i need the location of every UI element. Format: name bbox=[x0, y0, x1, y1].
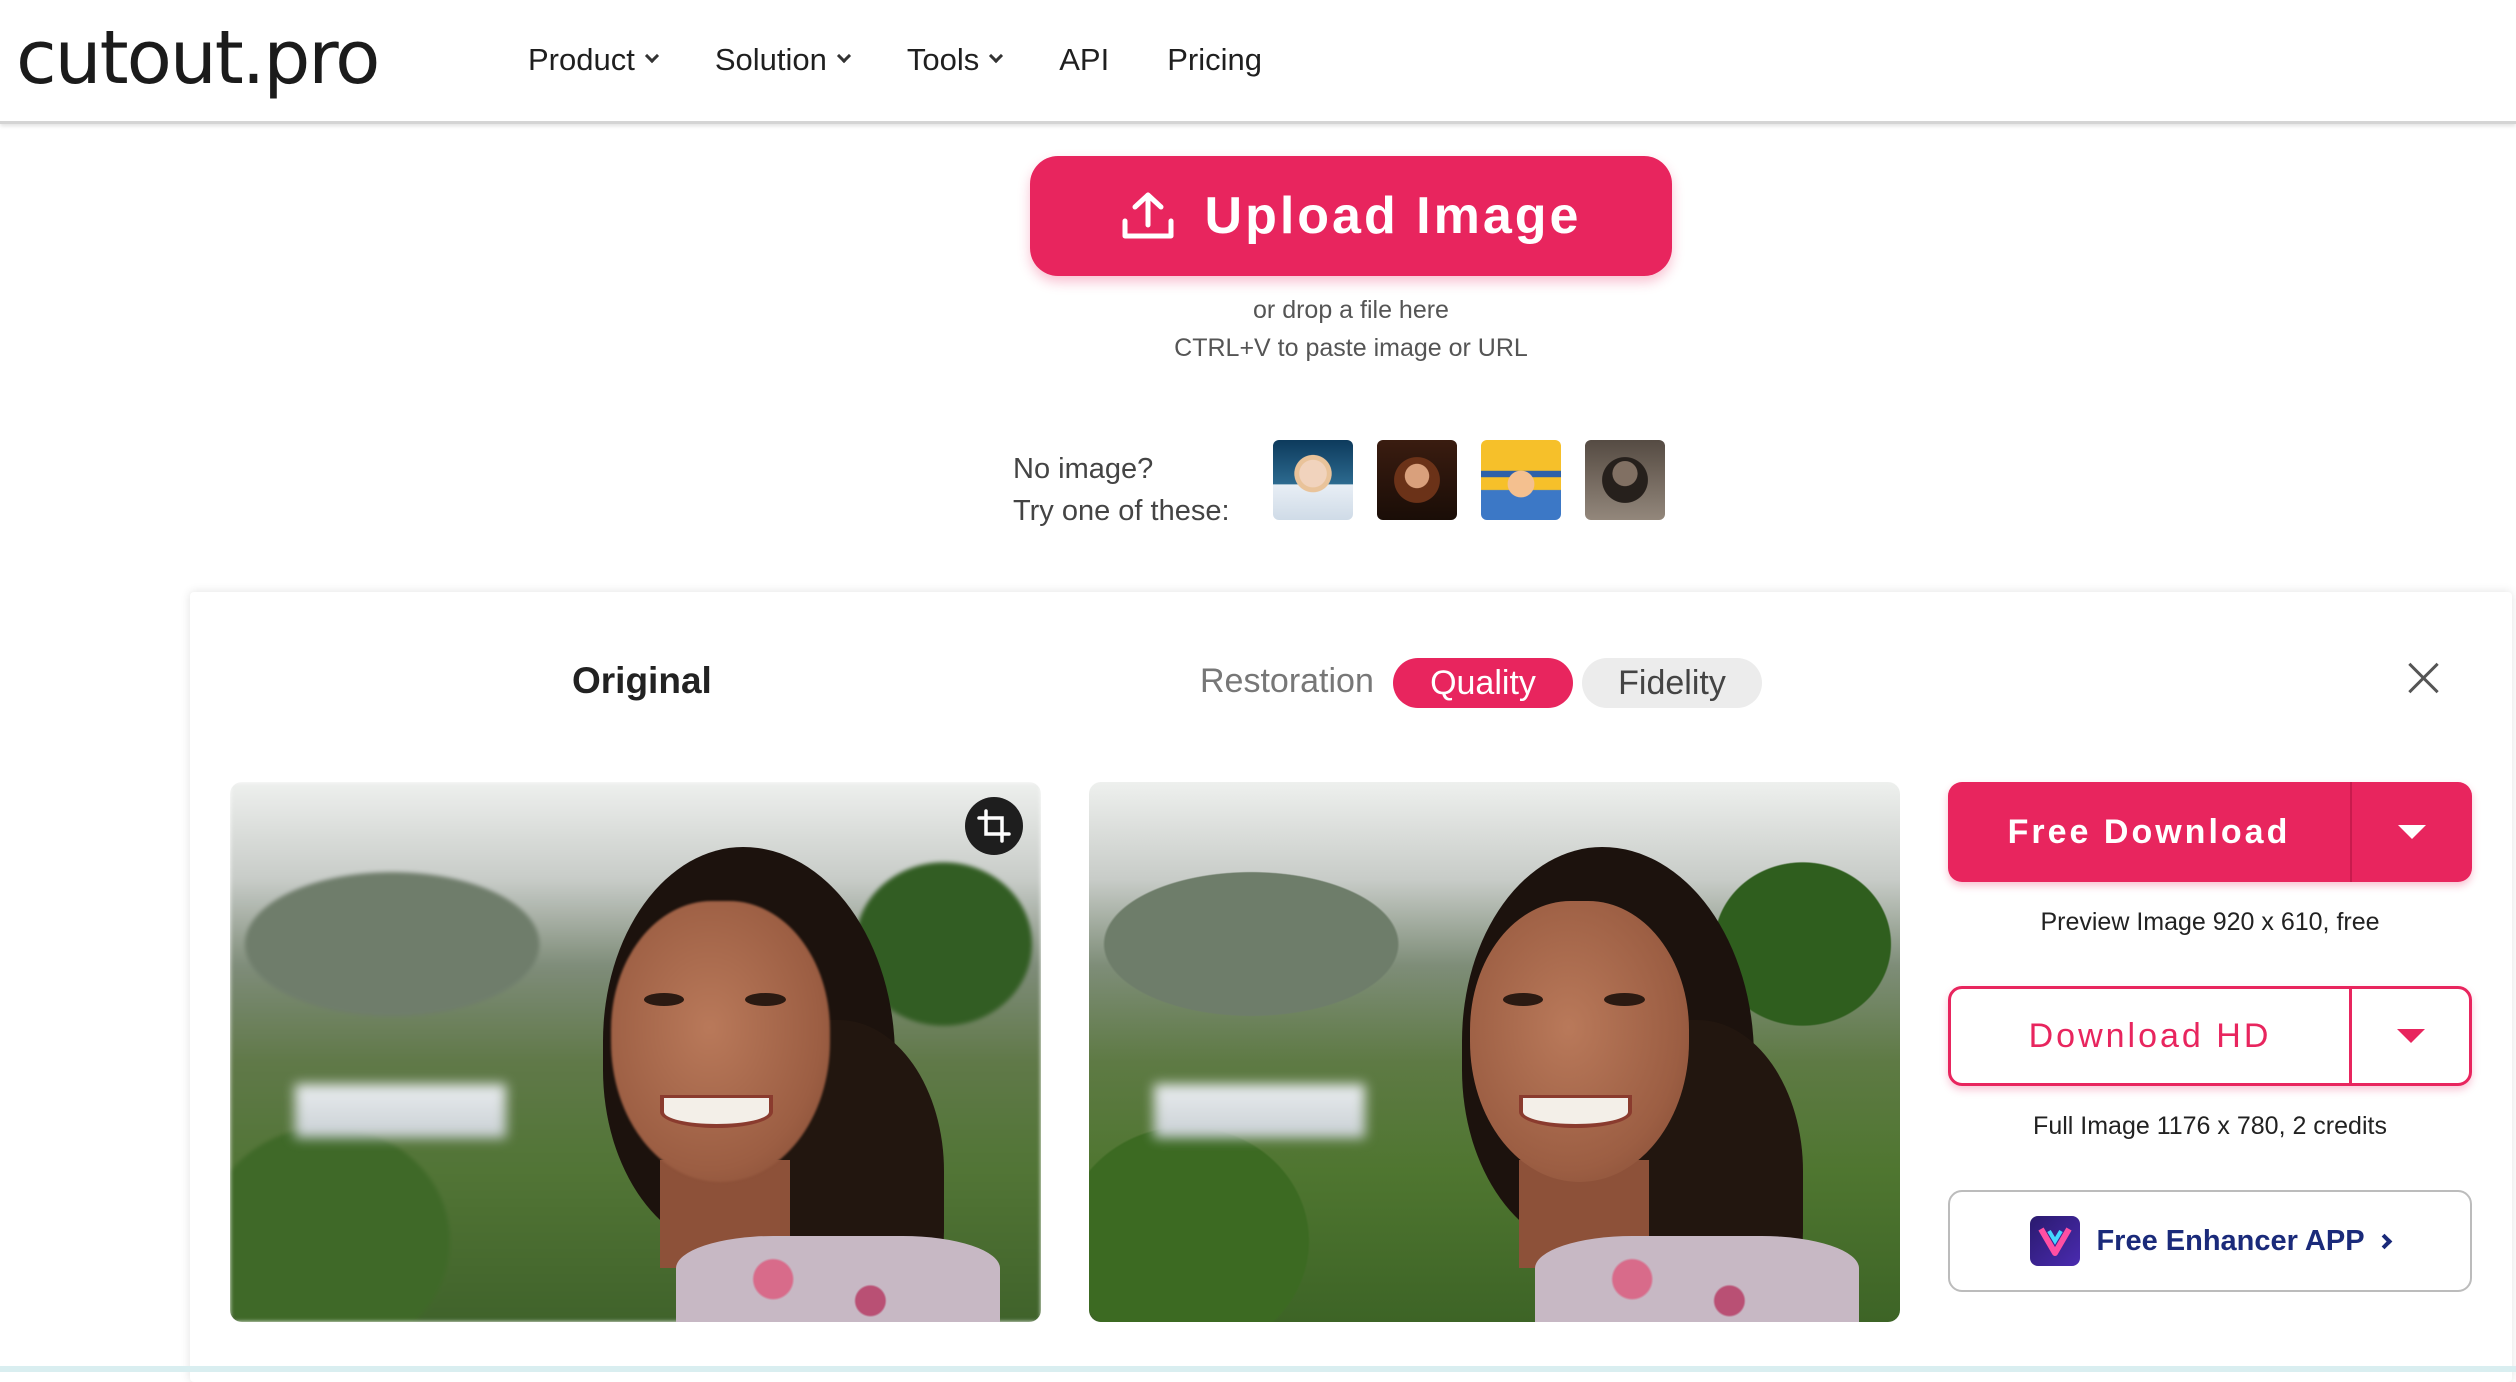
chevron-right-icon bbox=[2376, 1233, 2392, 1249]
bottom-divider bbox=[0, 1366, 2516, 1372]
nav-label: Product bbox=[528, 42, 635, 77]
free-enhancer-app-button[interactable]: Free Enhancer APP bbox=[1948, 1190, 2472, 1292]
sample-thumbnail-vintage[interactable] bbox=[1585, 440, 1665, 520]
nav-item-product[interactable]: Product bbox=[528, 42, 659, 78]
nav-label: Solution bbox=[714, 42, 827, 77]
close-icon[interactable] bbox=[2406, 660, 2442, 696]
sample-thumbnail-woman[interactable] bbox=[1377, 440, 1457, 520]
sample-prompt-line2: Try one of these: bbox=[1013, 495, 1230, 527]
nav-label: Pricing bbox=[1167, 42, 1262, 77]
free-download-caption: Preview Image 920 x 610, free bbox=[2040, 908, 2380, 936]
sample-thumbnail-anime[interactable] bbox=[1481, 440, 1561, 520]
paste-hint: CTRL+V to paste image or URL bbox=[1174, 334, 1528, 362]
top-header: cutout.pro Product Solution Tools API Pr… bbox=[0, 0, 2516, 124]
chevron-down-icon bbox=[836, 48, 851, 64]
nav-label: Tools bbox=[906, 42, 980, 77]
upload-button-label: Upload Image bbox=[1204, 187, 1582, 245]
chevron-down-icon bbox=[989, 48, 1004, 64]
download-hd-caption: Full Image 1176 x 780, 2 credits bbox=[2033, 1112, 2387, 1140]
free-download-button[interactable]: Free Download bbox=[1948, 782, 2472, 882]
free-enhancer-app-label: Free Enhancer APP bbox=[2096, 1224, 2365, 1257]
caret-down-icon bbox=[2396, 1029, 2425, 1043]
nav-item-tools[interactable]: Tools bbox=[906, 42, 1004, 78]
download-hd-dropdown[interactable] bbox=[2352, 989, 2469, 1083]
upload-image-button[interactable]: Upload Image bbox=[1030, 156, 1672, 276]
tab-fidelity[interactable]: Fidelity bbox=[1582, 658, 1762, 708]
nav-label: API bbox=[1059, 42, 1110, 77]
chevron-down-icon bbox=[644, 48, 659, 64]
original-title: Original bbox=[572, 660, 712, 701]
sample-prompt-line1: No image? bbox=[1013, 453, 1154, 485]
original-image bbox=[230, 782, 1041, 1322]
free-download-label: Free Download bbox=[1948, 782, 2352, 882]
caret-down-icon bbox=[2398, 825, 2426, 839]
brand-logo[interactable]: cutout.pro bbox=[16, 8, 380, 108]
upload-icon bbox=[1122, 192, 1174, 239]
nav-item-api[interactable]: API bbox=[1059, 42, 1109, 78]
free-download-dropdown[interactable] bbox=[2352, 782, 2472, 882]
restoration-label: Restoration bbox=[1200, 662, 1374, 700]
enhanced-image bbox=[1089, 782, 1900, 1322]
download-hd-button[interactable]: Download HD bbox=[1948, 986, 2472, 1086]
sample-thumbnail-girl[interactable] bbox=[1273, 440, 1353, 520]
drop-hint: or drop a file here bbox=[1253, 296, 1449, 324]
enhancer-app-icon bbox=[2030, 1216, 2081, 1266]
download-hd-label: Download HD bbox=[1951, 989, 2352, 1083]
nav-item-solution[interactable]: Solution bbox=[714, 42, 851, 78]
crop-icon[interactable] bbox=[965, 797, 1023, 855]
main-nav: Product Solution Tools API Pricing bbox=[528, 32, 1320, 88]
tab-quality[interactable]: Quality bbox=[1393, 658, 1573, 708]
nav-item-pricing[interactable]: Pricing bbox=[1167, 42, 1262, 78]
sample-prompt: No image? Try one of these: bbox=[1013, 448, 1230, 532]
